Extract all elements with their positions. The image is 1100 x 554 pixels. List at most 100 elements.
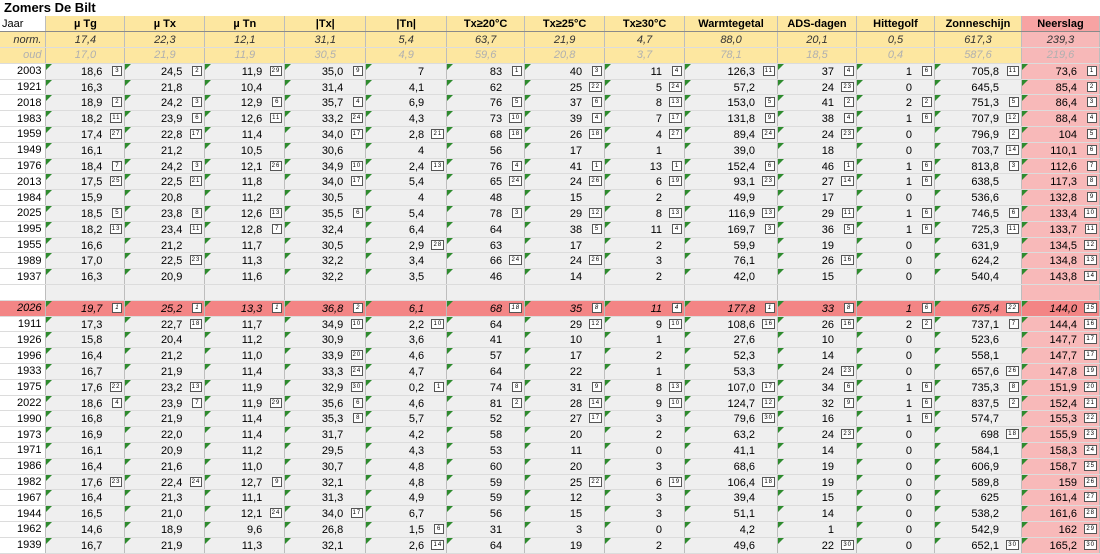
data-cell[interactable]: 83 1	[446, 63, 526, 80]
data-cell[interactable]: 2	[604, 268, 686, 286]
data-cell[interactable]: 12	[524, 489, 606, 507]
column-header[interactable]: µ Tn	[204, 16, 286, 33]
data-cell[interactable]: 107,0 17	[684, 379, 779, 396]
data-cell[interactable]: 11,7	[204, 237, 286, 254]
data-cell[interactable]: 17	[524, 347, 606, 365]
column-header[interactable]: |Tx|	[284, 16, 367, 33]
data-cell[interactable]: 11,4	[204, 126, 286, 143]
oud-cell[interactable]: 21,9	[124, 47, 206, 64]
data-cell[interactable]: 17	[777, 189, 857, 207]
data-cell[interactable]: 42,0	[684, 268, 779, 286]
data-cell[interactable]: 41 1	[524, 158, 606, 175]
year-cell[interactable]: 1959	[0, 126, 47, 143]
data-cell[interactable]: 11,9 29	[204, 63, 286, 80]
data-cell[interactable]: 29,5	[284, 442, 367, 459]
year-cell[interactable]: 1995	[0, 221, 47, 238]
data-cell[interactable]: 18,6 3	[45, 63, 126, 80]
data-cell[interactable]: 76,1	[684, 252, 779, 270]
data-cell[interactable]: 32,4	[284, 221, 367, 238]
data-cell[interactable]: 18,5 5	[45, 205, 126, 222]
data-cell[interactable]: 32 9	[777, 395, 857, 412]
data-cell[interactable]: 48	[446, 189, 526, 207]
data-cell[interactable]: 37 4	[777, 63, 857, 80]
data-cell[interactable]: 132,8 9	[1021, 189, 1100, 207]
data-cell[interactable]: 24 23	[777, 126, 857, 143]
year-cell[interactable]: 1989	[0, 252, 47, 270]
data-cell[interactable]	[604, 284, 686, 301]
data-cell[interactable]: 28 14	[524, 395, 606, 412]
data-cell[interactable]: 17,6 23	[45, 474, 126, 491]
year-cell[interactable]: 1976	[0, 158, 47, 175]
data-cell[interactable]: 64	[446, 363, 526, 380]
data-cell[interactable]: 24 23	[777, 426, 857, 444]
oud-cell[interactable]: 78,1	[684, 47, 779, 64]
data-cell[interactable]: 1	[777, 521, 857, 538]
data-cell[interactable]: 35,7 4	[284, 94, 367, 112]
norm-cell[interactable]: 617,3	[934, 31, 1022, 49]
data-cell[interactable]: 40 3	[524, 63, 606, 80]
data-cell[interactable]: 22,8 17	[124, 126, 206, 143]
data-cell[interactable]	[284, 284, 367, 301]
data-cell[interactable]: 1	[604, 331, 686, 349]
data-cell[interactable]: 2	[604, 189, 686, 207]
data-cell[interactable]: 2	[604, 537, 686, 554]
data-cell[interactable]: 76 5	[446, 94, 526, 112]
data-cell[interactable]: 26,8	[284, 521, 367, 538]
data-cell[interactable]: 155,3 22	[1021, 410, 1100, 428]
data-cell[interactable]: 17	[524, 142, 606, 159]
data-cell[interactable]: 657,6 26	[934, 363, 1022, 380]
column-header[interactable]: Warmtegetal	[684, 16, 779, 33]
data-cell[interactable]: 21,6	[124, 458, 206, 475]
year-cell[interactable]: 1933	[0, 363, 47, 380]
data-cell[interactable]: 16,5	[45, 505, 126, 522]
data-cell[interactable]: 134,8 13	[1021, 252, 1100, 270]
data-cell[interactable]: 4	[365, 189, 448, 207]
data-cell[interactable]: 52	[446, 410, 526, 428]
data-cell[interactable]: 19	[524, 537, 606, 554]
data-cell[interactable]: 9 10	[604, 395, 686, 412]
data-cell[interactable]: 147,8 19	[1021, 363, 1100, 380]
data-cell[interactable]: 19,7 1	[45, 300, 126, 317]
data-cell[interactable]: 165,2 30	[1021, 537, 1100, 554]
data-cell[interactable]: 13,3 1	[204, 300, 286, 317]
data-cell[interactable]: 162 29	[1021, 521, 1100, 538]
data-cell[interactable]: 106,4 18	[684, 474, 779, 491]
year-cell[interactable]: 1990	[0, 410, 47, 428]
data-cell[interactable]: 16	[856, 158, 935, 175]
data-cell[interactable]: 151,9 20	[1021, 379, 1100, 396]
data-cell[interactable]: 33,9 20	[284, 347, 367, 365]
norm-cell[interactable]: 22,3	[124, 31, 206, 49]
data-cell[interactable]: 16,4	[45, 458, 126, 475]
data-cell[interactable]: 523,6	[934, 331, 1022, 349]
norm-cell[interactable]: 88,0	[684, 31, 779, 49]
data-cell[interactable]: 0	[856, 442, 935, 459]
data-cell[interactable]: 49,9	[684, 189, 779, 207]
data-cell[interactable]: 0	[856, 489, 935, 507]
data-cell[interactable]: 23,4 11	[124, 221, 206, 238]
data-cell[interactable]: 17,4 27	[45, 126, 126, 143]
data-cell[interactable]: 11 4	[604, 63, 686, 80]
data-cell[interactable]: 11,7	[204, 316, 286, 333]
data-cell[interactable]: 24,2 3	[124, 94, 206, 112]
column-header[interactable]: µ Tg	[45, 16, 126, 33]
data-cell[interactable]: 17	[524, 237, 606, 254]
norm-cell[interactable]: 4,7	[604, 31, 686, 49]
data-cell[interactable]: 4 27	[604, 126, 686, 143]
data-cell[interactable]: 0	[856, 347, 935, 365]
data-cell[interactable]: 46	[446, 268, 526, 286]
data-cell[interactable]: 14	[777, 505, 857, 522]
column-header[interactable]: Tx≥25°C	[524, 16, 606, 33]
data-cell[interactable]: 16,7	[45, 363, 126, 380]
data-cell[interactable]: 11,9	[204, 379, 286, 396]
data-cell[interactable]: 155,9 23	[1021, 426, 1100, 444]
data-cell[interactable]	[124, 284, 206, 301]
data-cell[interactable]: 18,9	[124, 521, 206, 538]
data-cell[interactable]: 68 18	[446, 126, 526, 143]
data-cell[interactable]: 2,6 14	[365, 537, 448, 554]
data-cell[interactable]: 4	[365, 142, 448, 159]
data-cell[interactable]: 16,1	[45, 442, 126, 459]
data-cell[interactable]: 15	[777, 268, 857, 286]
data-cell[interactable]: 64	[446, 316, 526, 333]
data-cell[interactable]: 53,3	[684, 363, 779, 380]
data-cell[interactable]: 13 1	[604, 158, 686, 175]
